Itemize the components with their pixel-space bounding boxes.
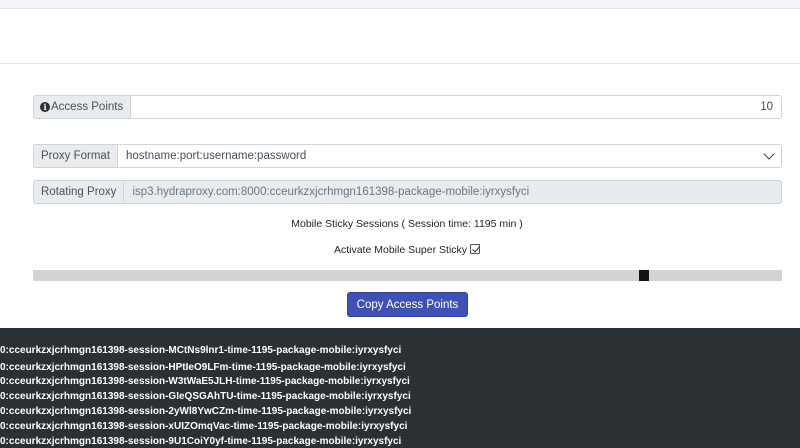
access-points-label: Access Points xyxy=(51,101,124,113)
copy-access-points-button[interactable]: Copy Access Points xyxy=(347,292,468,317)
access-points-group: i Access Points 10 xyxy=(33,95,782,119)
super-sticky-checkbox[interactable] xyxy=(470,244,481,254)
info-icon[interactable]: i xyxy=(40,102,50,112)
output-line: 0:cceurkzxjcrhmgn161398-session-HPtIeO9L… xyxy=(0,362,406,373)
access-points-label-box: i Access Points xyxy=(33,95,132,119)
chevron-down-icon xyxy=(763,148,775,160)
output-line: 0:cceurkzxjcrhmgn161398-session-W3tWaE5J… xyxy=(0,376,410,387)
rotating-proxy-group: Rotating Proxy isp3.hydraproxy.com:8000:… xyxy=(33,180,782,204)
access-points-input[interactable]: 10 xyxy=(131,95,782,119)
header-area xyxy=(0,9,800,64)
output-line: 0:cceurkzxjcrhmgn161398-session-MCtNs9ln… xyxy=(0,345,402,356)
super-sticky-label: Activate Mobile Super Sticky xyxy=(333,244,468,256)
sticky-sessions-heading: Mobile Sticky Sessions ( Session time: 1… xyxy=(291,218,523,230)
super-sticky-row: Activate Mobile Super Sticky xyxy=(0,244,800,256)
rotating-proxy-label: Rotating Proxy xyxy=(33,180,125,204)
proxy-format-select[interactable]: hostname:port:username:password xyxy=(118,144,782,168)
output-line: 0:cceurkzxjcrhmgn161398-session-GIeQSGAh… xyxy=(0,391,411,402)
proxy-format-group: Proxy Format hostname:port:username:pass… xyxy=(33,144,782,168)
output-line: 0:cceurkzxjcrhmgn161398-session-xUIZOmqV… xyxy=(0,421,408,432)
session-slider-handle[interactable] xyxy=(639,270,649,281)
proxy-format-label: Proxy Format xyxy=(33,144,119,168)
output-line: 0:cceurkzxjcrhmgn161398-session-9U1CoiY0… xyxy=(0,436,402,447)
access-points-output[interactable]: 0:cceurkzxjcrhmgn161398-session-MCtNs9ln… xyxy=(0,328,800,448)
top-nav-bar xyxy=(0,0,800,9)
proxy-format-selected: hostname:port:username:password xyxy=(126,150,307,162)
output-line: 0:cceurkzxjcrhmgn161398-session-2yWl8YwC… xyxy=(0,406,412,417)
session-slider-track[interactable] xyxy=(33,270,782,281)
rotating-proxy-field[interactable]: isp3.hydraproxy.com:8000:cceurkzxjcrhmgn… xyxy=(124,180,782,204)
